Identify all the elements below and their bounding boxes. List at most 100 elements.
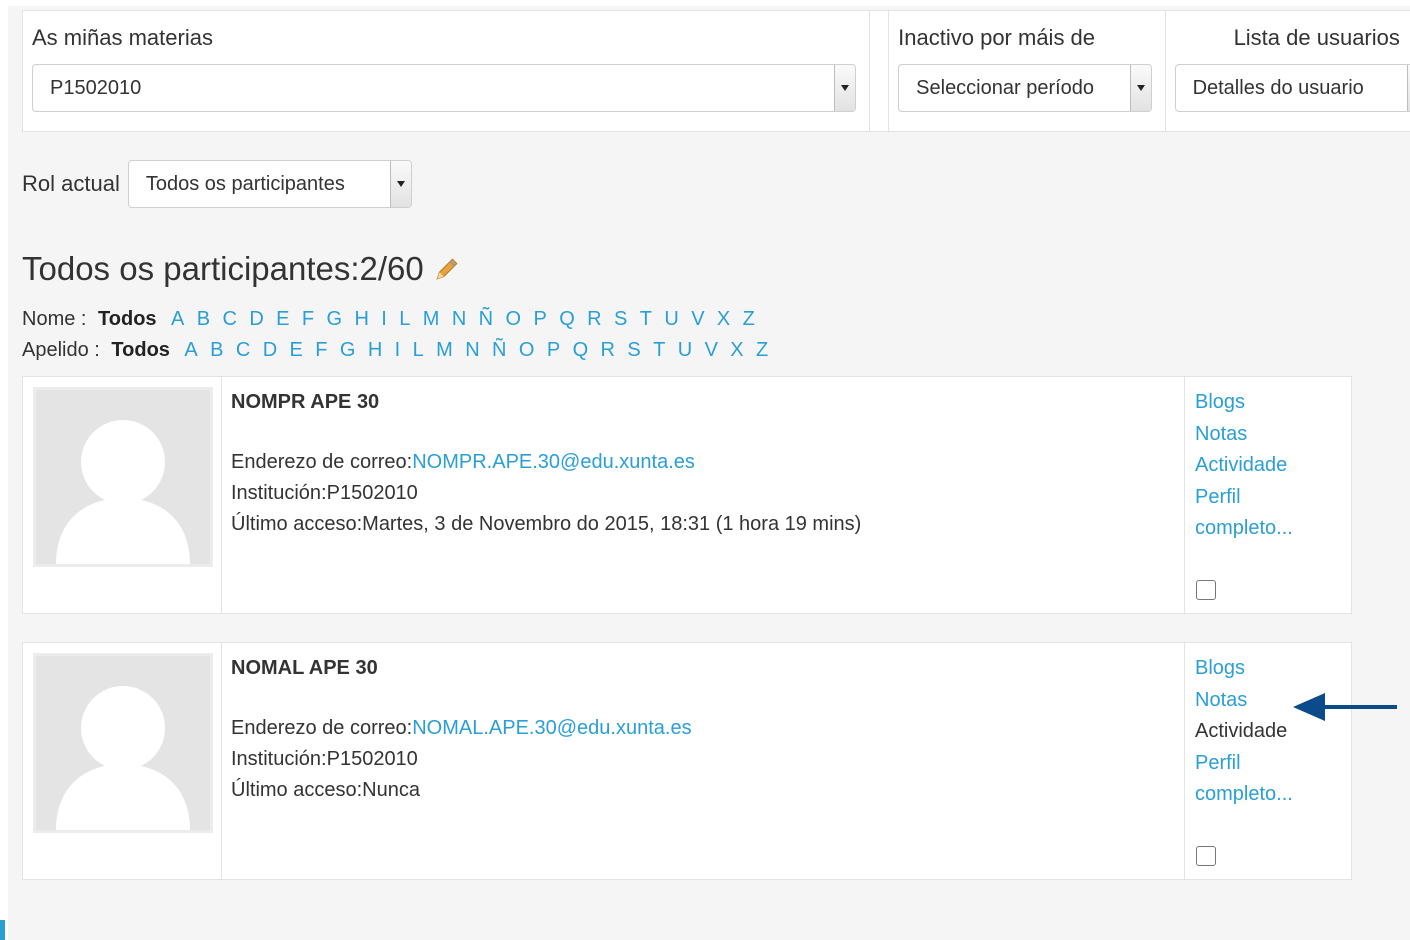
lastname-letter-link[interactable]: G xyxy=(340,339,356,361)
email-link[interactable]: NOMPR.APE.30@edu.xunta.es xyxy=(412,451,695,473)
blogs-link[interactable]: Blogs xyxy=(1195,653,1352,685)
firstname-filter-all[interactable]: Todos xyxy=(98,308,157,330)
lastname-letter-link[interactable]: X xyxy=(730,339,743,361)
select-user-checkbox[interactable] xyxy=(1196,846,1216,866)
page-title: Todos os participantes:2/60 xyxy=(22,250,460,288)
role-select-value: Todos os participantes xyxy=(145,173,345,195)
lastname-letter-link[interactable]: U xyxy=(678,339,692,361)
avatar-cell xyxy=(23,377,222,613)
lastname-letter-link[interactable]: S xyxy=(627,339,640,361)
firstname-letter-link[interactable]: R xyxy=(587,308,601,330)
select-user-checkbox[interactable] xyxy=(1196,580,1216,600)
edit-pencil-icon[interactable] xyxy=(434,256,460,282)
role-select[interactable]: Todos os participantes xyxy=(127,160,412,208)
lastname-letter-link[interactable]: H xyxy=(368,339,382,361)
firstname-letter-link[interactable]: Q xyxy=(559,308,575,330)
page: As miñas materias P1502010 Inactivo por … xyxy=(8,6,1410,940)
firstname-filter-bar: Nome : Todos ABCDEFGHILMNÑOPQRSTUVXZ xyxy=(22,308,767,331)
firstname-letter-link[interactable]: F xyxy=(302,308,314,330)
firstname-letter-link[interactable]: U xyxy=(664,308,678,330)
full-profile-link[interactable]: Perfil xyxy=(1195,748,1352,780)
lastname-letter-link[interactable]: Z xyxy=(756,339,768,361)
firstname-letter-link[interactable]: G xyxy=(327,308,343,330)
email-line: Enderezo de correo:NOMAL.APE.30@edu.xunt… xyxy=(231,713,692,744)
lastname-letter-link[interactable]: Ñ xyxy=(492,339,506,361)
firstname-letter-link[interactable]: H xyxy=(354,308,368,330)
inactive-select-value: Seleccionar período xyxy=(916,77,1095,99)
full-profile-link[interactable]: Perfil xyxy=(1195,482,1352,514)
firstname-letter-link[interactable]: V xyxy=(691,308,704,330)
chevron-down-icon xyxy=(1130,65,1152,111)
firstname-letter-link[interactable]: X xyxy=(717,308,730,330)
chevron-down-icon xyxy=(389,161,411,207)
firstname-letter-link[interactable]: A xyxy=(171,308,184,330)
participant-info: NOMPR APE 30 Enderezo de correo:NOMPR.AP… xyxy=(231,391,861,540)
lastname-letter-link[interactable]: E xyxy=(290,339,303,361)
firstname-letter-link[interactable]: S xyxy=(614,308,627,330)
role-label: Rol actual xyxy=(22,171,120,196)
firstname-letter-link[interactable]: N xyxy=(452,308,466,330)
lastname-letter-link[interactable]: L xyxy=(413,339,424,361)
lastname-letter-link[interactable]: F xyxy=(315,339,327,361)
participants-count-heading: Todos os participantes:2/60 xyxy=(22,250,424,287)
email-label: Enderezo de correo: xyxy=(231,451,413,473)
notes-link[interactable]: Notas xyxy=(1195,419,1352,451)
activity-link[interactable]: Actividade xyxy=(1195,450,1352,482)
annotation-arrow-icon xyxy=(1293,693,1397,721)
lastname-letter-link[interactable]: P xyxy=(547,339,560,361)
blogs-link[interactable]: Blogs xyxy=(1195,387,1352,419)
lastname-letters: ABCDEFGHILMNÑOPQRSTUVXZ xyxy=(184,339,780,361)
userlist-select[interactable]: Detalles do usuario xyxy=(1174,64,1410,112)
filter-spacer xyxy=(869,11,888,131)
courses-select[interactable]: P1502010 xyxy=(32,64,856,112)
lastname-letter-link[interactable]: I xyxy=(395,339,401,361)
lastname-letter-link[interactable]: B xyxy=(210,339,223,361)
userlist-label: Lista de usuarios xyxy=(1233,25,1400,50)
userlist-select-value: Detalles do usuario xyxy=(1192,77,1364,99)
inactive-select[interactable]: Seleccionar período xyxy=(898,64,1153,112)
institution-line: Institución:P1502010 xyxy=(231,482,418,504)
firstname-letter-link[interactable]: Ñ xyxy=(479,308,493,330)
lastname-letter-link[interactable]: M xyxy=(436,339,453,361)
firstname-letter-link[interactable]: O xyxy=(506,308,522,330)
lastname-letter-link[interactable]: Q xyxy=(573,339,589,361)
lastname-filter-label: Apelido : xyxy=(22,339,100,361)
lastname-letter-link[interactable]: A xyxy=(184,339,197,361)
firstname-letter-link[interactable]: L xyxy=(399,308,410,330)
lastname-letter-link[interactable]: O xyxy=(519,339,535,361)
lastname-letter-link[interactable]: R xyxy=(601,339,615,361)
avatar[interactable] xyxy=(33,387,213,567)
firstname-letter-link[interactable]: C xyxy=(222,308,236,330)
firstname-letter-link[interactable]: E xyxy=(276,308,289,330)
firstname-letter-link[interactable]: P xyxy=(533,308,546,330)
full-profile-link-cont[interactable]: completo... xyxy=(1195,513,1352,545)
full-profile-link-cont[interactable]: completo... xyxy=(1195,779,1352,811)
chevron-down-icon xyxy=(834,65,855,111)
inactive-filter: Inactivo por máis de Seleccionar período xyxy=(888,11,1164,131)
institution-line: Institución:P1502010 xyxy=(231,748,418,770)
participant-card: NOMAL APE 30 Enderezo de correo:NOMAL.AP… xyxy=(22,642,1352,880)
default-user-icon xyxy=(36,656,210,830)
userlist-filter: Lista de usuarios Detalles do usuario xyxy=(1164,11,1410,131)
lastname-filter-all[interactable]: Todos xyxy=(111,339,170,361)
participant-name: NOMAL APE 30 xyxy=(231,657,378,679)
lastname-letter-link[interactable]: T xyxy=(653,339,665,361)
firstname-letter-link[interactable]: B xyxy=(197,308,210,330)
last-access-line: Último acceso:Nunca xyxy=(231,779,420,801)
lastname-letter-link[interactable]: V xyxy=(705,339,718,361)
firstname-letter-link[interactable]: M xyxy=(423,308,440,330)
firstname-letter-link[interactable]: T xyxy=(640,308,652,330)
lastname-letter-link[interactable]: D xyxy=(263,339,277,361)
chevron-down-icon xyxy=(1406,65,1410,111)
email-link[interactable]: NOMAL.APE.30@edu.xunta.es xyxy=(412,717,691,739)
role-filter: Rol actual Todos os participantes xyxy=(22,159,412,209)
firstname-letter-link[interactable]: I xyxy=(381,308,387,330)
filter-bar: As miñas materias P1502010 Inactivo por … xyxy=(22,10,1410,132)
lastname-letter-link[interactable]: C xyxy=(236,339,250,361)
lastname-letter-link[interactable]: N xyxy=(465,339,479,361)
page-edge-marker xyxy=(0,920,5,940)
firstname-letter-link[interactable]: D xyxy=(249,308,263,330)
firstname-letter-link[interactable]: Z xyxy=(743,308,755,330)
avatar[interactable] xyxy=(33,653,213,833)
courses-select-value: P1502010 xyxy=(50,77,142,99)
